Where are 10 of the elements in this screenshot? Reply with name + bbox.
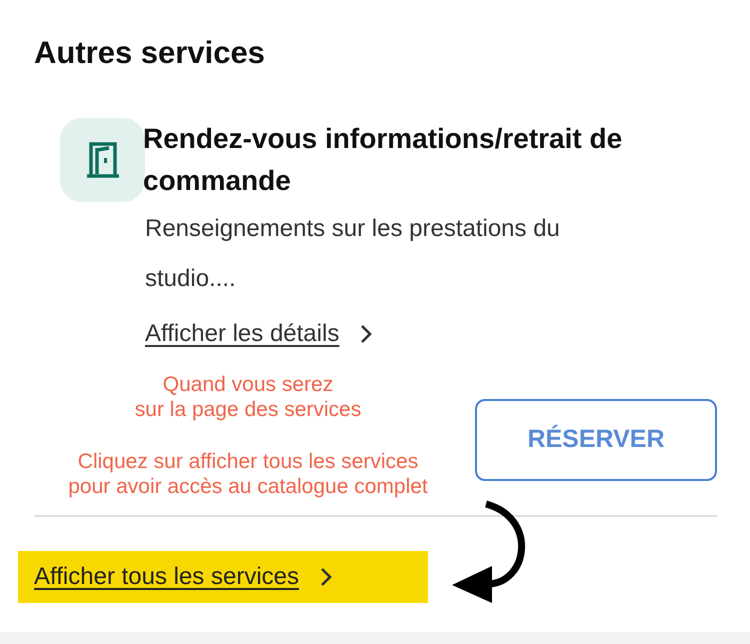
all-services-link[interactable]: Afficher tous les services: [34, 559, 299, 595]
annotation-text: Quand vous serez sur la page des services: [134, 372, 362, 422]
details-link[interactable]: Afficher les détails: [145, 316, 340, 352]
all-services-link-area[interactable]: Afficher tous les services: [18, 551, 428, 603]
service-description: Renseignements sur les prestations du studio....: [145, 214, 561, 294]
chevron-right-icon: [359, 324, 374, 344]
service-title: Rendez-vous informations/retrait de commande: [143, 122, 624, 198]
annotation-text: Cliquez sur afficher tous les services pour avoir accès au catalogue complet: [67, 449, 429, 499]
chevron-right-icon: [319, 567, 333, 587]
section-title: Autres services: [34, 34, 265, 72]
